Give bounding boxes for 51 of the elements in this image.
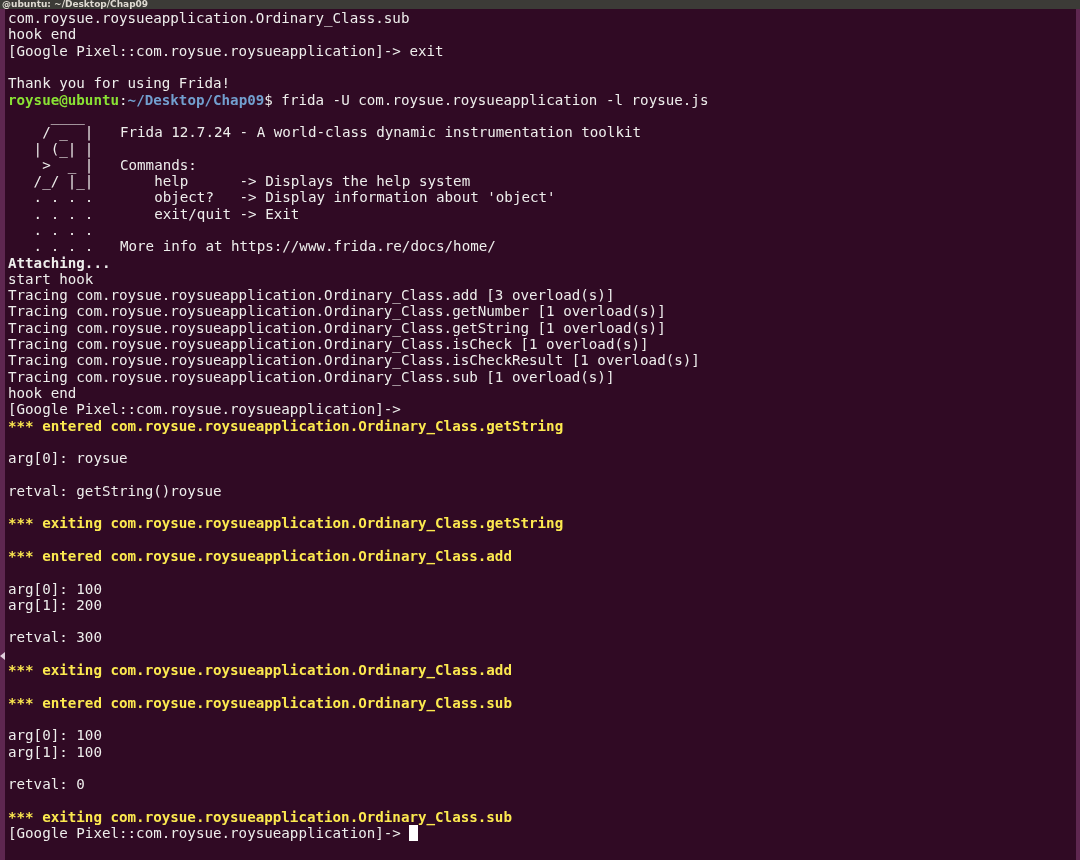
- output-line: *** exiting com.roysue.roysueapplication.Ordinary_Class.getString: [8, 516, 564, 531]
- banner-text: object? -> Display information about 'object': [153, 190, 556, 205]
- ascii-art-line: . . . .: [32, 190, 95, 205]
- ascii-art-line: . . . .: [32, 206, 95, 221]
- output-line: *** exiting com.roysue.roysueapplication.Ordinary_Class.add: [8, 663, 512, 677]
- ascii-art-line: . . . .: [32, 223, 95, 237]
- output-line: *** exiting com.roysue.roysueapplication.Ordinary_Class.sub: [8, 809, 512, 824]
- prompt-symbol: $: [264, 92, 273, 107]
- output-line: Tracing com.roysue.roysueapplication.Ordinary_Class.sub [1 overload(s)]: [8, 369, 615, 384]
- ascii-art-line: /_/ |_|: [32, 174, 95, 189]
- output-line: Attaching...: [8, 255, 111, 270]
- output-line: Tracing com.roysue.roysueapplication.Ordinary_Class.add [3 overload(s)]: [8, 288, 615, 303]
- banner-text: Frida 12.7.24 - A world-class dynamic instrumentation toolkit: [120, 125, 642, 140]
- output-line: start hook: [8, 271, 94, 286]
- output-line: *** entered com.roysue.roysueapplication.Ordinary_Class.getString: [8, 418, 564, 433]
- banner-text: help -> Displays the help system: [153, 174, 471, 189]
- output-line: hook end: [8, 27, 77, 42]
- output-line: retval: 300: [8, 630, 102, 645]
- output-line: retval: 0: [8, 777, 85, 792]
- output-line: Tracing com.roysue.roysueapplication.Ordinary_Class.getString [1 overload(s)]: [8, 320, 666, 335]
- output-line: *** entered com.roysue.roysueapplication.Ordinary_Class.sub: [8, 695, 512, 710]
- output-line: Tracing com.roysue.roysueapplication.Ordinary_Class.getNumber [1 overload(s)]: [8, 304, 666, 319]
- ascii-art-line: / _ |: [41, 125, 95, 140]
- triangle-icon: [0, 652, 5, 660]
- output-line: arg[0]: roysue: [8, 451, 128, 466]
- output-line: arg[0]: 100: [8, 581, 102, 596]
- output-line: com.roysue.roysueapplication.Ordinary_Class.sub: [8, 11, 410, 26]
- banner-text: Commands:: [120, 157, 197, 172]
- prompt-user: roysue@ubuntu: [8, 92, 120, 107]
- output-line: Thank you for using Frida!: [8, 76, 231, 91]
- ascii-art-line: | (_| |: [32, 141, 95, 156]
- output-line: Tracing com.roysue.roysueapplication.Ordinary_Class.isCheck [1 overload(s)]: [8, 337, 649, 352]
- output-line: hook end: [8, 385, 77, 400]
- ascii-art-line: ____: [50, 108, 85, 123]
- output-line: *** entered com.roysue.roysueapplication.Ordinary_Class.add: [8, 548, 512, 563]
- prompt-separator: :: [119, 92, 128, 107]
- ascii-art-line: > _ |: [41, 157, 95, 172]
- output-line: [Google Pixel::com.roysue.roysueapplication]-> exit: [8, 43, 444, 58]
- banner-text: More info at https://www.frida.re/docs/home/: [120, 239, 496, 254]
- prompt-path: ~/Desktop/Chap09: [127, 92, 265, 107]
- output-line: [Google Pixel::com.roysue.roysueapplication]->: [8, 826, 401, 840]
- banner-text: exit/quit -> Exit: [153, 206, 300, 221]
- output-line: arg[0]: 100: [8, 728, 102, 743]
- ascii-art-line: . . . .: [32, 239, 95, 254]
- output-line: retval: getString()roysue: [8, 483, 222, 498]
- output-line: Tracing com.roysue.roysueapplication.Ordinary_Class.isCheckResult [1 overload(s)]: [8, 353, 700, 368]
- command-text: frida -U com.roysue.roysueapplication -l roysue.js: [280, 92, 709, 107]
- output-line: [Google Pixel::com.roysue.roysueapplication]->: [8, 402, 401, 417]
- output-line: arg[1]: 200: [8, 597, 102, 612]
- output-line: arg[1]: 100: [8, 744, 102, 759]
- window-title: @ubuntu: ~/Desktop/Chap09: [2, 0, 149, 9]
